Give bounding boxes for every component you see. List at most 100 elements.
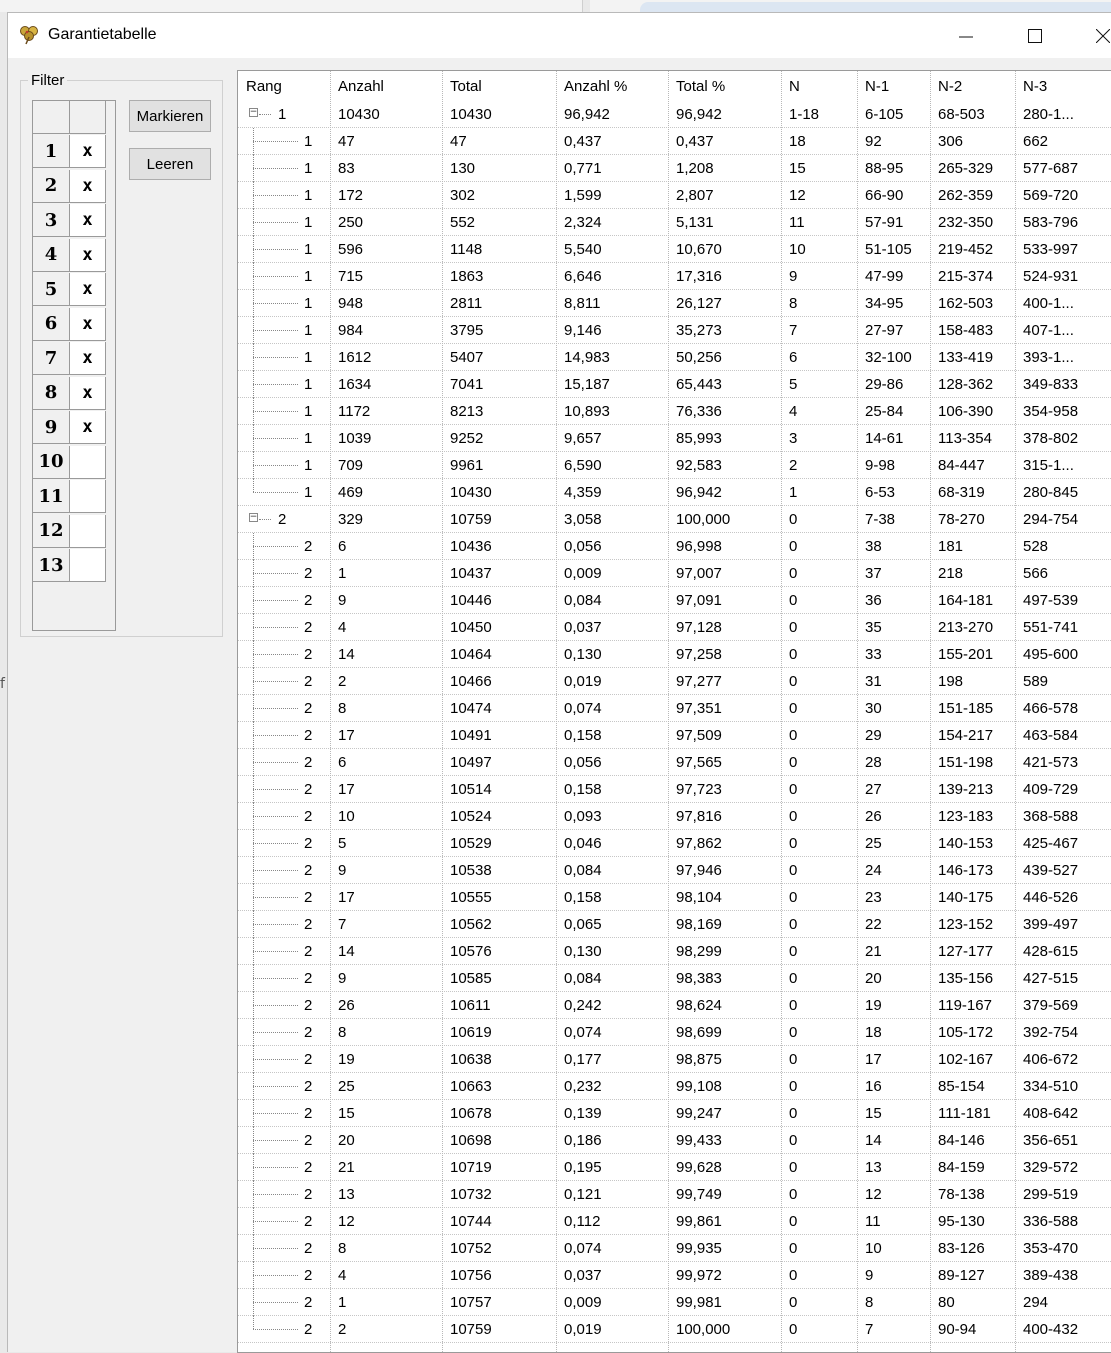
collapse-icon[interactable]: − — [249, 108, 258, 117]
table-row[interactable]: 2 20 10698 0,186 99,433 0 14 84-146 356-651 — [238, 1127, 1111, 1154]
filter-row-value[interactable] — [70, 549, 106, 582]
filter-row[interactable]: 10 — [33, 445, 115, 480]
cell-tpct: 99,247 — [676, 1104, 722, 1122]
cell-total: 10585 — [450, 969, 492, 987]
column-header-rang[interactable]: Rang — [238, 71, 330, 101]
minimize-button[interactable] — [943, 13, 989, 58]
filter-row[interactable]: 3x — [33, 204, 115, 238]
column-header-n[interactable]: N — [781, 71, 857, 101]
table-row[interactable]: 1 47 47 0,437 0,437 18 92 306 662 — [238, 128, 1111, 155]
table-row[interactable]: 2 15 10678 0,139 99,247 0 15 111-181 408-642 — [238, 1100, 1111, 1127]
leeren-button[interactable]: Leeren — [129, 148, 211, 180]
collapse-icon[interactable]: − — [249, 513, 258, 522]
cell-n: 4 — [789, 402, 798, 420]
table-row[interactable]: 2 21 10719 0,195 99,628 0 13 84-159 329-572 — [238, 1154, 1111, 1181]
close-icon — [1096, 28, 1110, 43]
filter-row[interactable]: 12 — [33, 514, 115, 549]
filter-row-value[interactable] — [70, 445, 106, 479]
table-row[interactable]: 2 7 10562 0,065 98,169 0 22 123-152 399-497 — [238, 911, 1111, 938]
column-header-n3[interactable]: N-3 — [1015, 71, 1111, 101]
column-header-apct[interactable]: Anzahl % — [556, 71, 668, 101]
table-row[interactable]: 2 1 10437 0,009 97,007 0 37 218 566 — [238, 560, 1111, 587]
table-row[interactable]: 2 8 10474 0,074 97,351 0 30 151-185 466-578 — [238, 695, 1111, 722]
filter-row-value[interactable]: x — [70, 411, 106, 444]
table-row[interactable]: 1 1612 5407 14,983 50,256 6 32-100 133-419 393-1… — [238, 344, 1111, 371]
table-row[interactable]: 1 172 302 1,599 2,807 12 66-90 262-359 569-720 — [238, 182, 1111, 209]
table-row[interactable]: 1 83 130 0,771 1,208 15 88-95 265-329 577-687 — [238, 155, 1111, 182]
table-row[interactable]: 2 17 10514 0,158 97,723 0 27 139-213 409-729 — [238, 776, 1111, 803]
filter-row[interactable]: 9x — [33, 411, 115, 445]
filter-row[interactable]: 8x — [33, 376, 115, 411]
tree-connector — [253, 1329, 298, 1330]
filter-row[interactable]: 4x — [33, 238, 115, 273]
column-header-tpct[interactable]: Total % — [668, 71, 781, 101]
filter-row[interactable]: 6x — [33, 307, 115, 342]
title-bar[interactable]: Garantietabelle — [8, 13, 1111, 58]
table-row[interactable]: 1 596 1148 5,540 10,670 10 51-105 219-452 533-99… — [238, 236, 1111, 263]
filter-row[interactable]: 5x — [33, 273, 115, 307]
table-row[interactable]: 1 984 3795 9,146 35,273 7 27-97 158-483 407-1... — [238, 317, 1111, 344]
table-row[interactable]: 2 5 10529 0,046 97,862 0 25 140-153 425-467 — [238, 830, 1111, 857]
table-row[interactable]: 2 14 10464 0,130 97,258 0 33 155-201 495-600 — [238, 641, 1111, 668]
table-row[interactable]: 2 17 10555 0,158 98,104 0 23 140-175 446-526 — [238, 884, 1111, 911]
table-group-row[interactable]: − 2 329 10759 3,058 100,000 0 7-38 78-270 294-754 — [238, 506, 1111, 533]
maximize-button[interactable] — [1012, 13, 1058, 58]
cell-n1: 57-91 — [865, 213, 904, 231]
table-row[interactable]: 1 715 1863 6,646 17,316 9 47-99 215-374 524-931 — [238, 263, 1111, 290]
table-row[interactable]: 1 250 552 2,324 5,131 11 57-91 232-350 583-796 — [238, 209, 1111, 236]
column-header-n1[interactable]: N-1 — [857, 71, 930, 101]
table-row[interactable]: 2 17 10491 0,158 97,509 0 29 154-217 463-584 — [238, 722, 1111, 749]
table-group-row[interactable]: − 1 10430 10430 96,942 96,942 1-18 6-105 68-503 2… — [238, 101, 1111, 128]
table-row[interactable]: 2 19 10638 0,177 98,875 0 17 102-167 406-672 — [238, 1046, 1111, 1073]
table-row[interactable]: 2 2 10466 0,019 97,277 0 31 198 589 — [238, 668, 1111, 695]
garantie-tree-table[interactable]: Rang Anzahl Total Anzahl % Total % N N-1 N-2 N-3… — [237, 70, 1111, 1353]
cell-total: 130 — [450, 159, 476, 177]
table-row[interactable]: 2 6 10497 0,056 97,565 0 28 151-198 421-573 — [238, 749, 1111, 776]
filter-row[interactable]: 1x — [33, 135, 115, 169]
cell-anzahl: 47 — [338, 132, 355, 150]
tree-connector — [253, 978, 298, 979]
table-row[interactable]: 1 948 2811 8,811 26,127 8 34-95 162-503 400-1... — [238, 290, 1111, 317]
table-row[interactable]: 2 13 10732 0,121 99,749 0 12 78-138 299-519 — [238, 1181, 1111, 1208]
cell-n2: 78-270 — [938, 510, 985, 528]
markieren-button[interactable]: Markieren — [129, 100, 211, 132]
filter-row-value[interactable]: x — [70, 169, 106, 203]
table-row[interactable]: 1 1039 9252 9,657 85,993 3 14-61 113-354 378-802 — [238, 425, 1111, 452]
table-row[interactable]: 2 9 10446 0,084 97,091 0 36 164-181 497-539 — [238, 587, 1111, 614]
filter-row-value[interactable]: x — [70, 307, 106, 341]
filter-row[interactable]: 2x — [33, 169, 115, 204]
filter-row-value[interactable]: x — [70, 376, 106, 410]
column-header-anzahl[interactable]: Anzahl — [330, 71, 442, 101]
table-row[interactable]: 1 469 10430 4,359 96,942 1 6-53 68-319 280-845 — [238, 479, 1111, 506]
table-row[interactable]: 2 9 10585 0,084 98,383 0 20 135-156 427-515 — [238, 965, 1111, 992]
table-row[interactable]: 2 8 10752 0,074 99,935 0 10 83-126 353-470 — [238, 1235, 1111, 1262]
table-row[interactable]: 2 25 10663 0,232 99,108 0 16 85-154 334-510 — [238, 1073, 1111, 1100]
filter-row-value[interactable]: x — [70, 204, 106, 237]
filter-row-value[interactable]: x — [70, 135, 106, 168]
table-row[interactable]: 2 26 10611 0,242 98,624 0 19 119-167 379-569 — [238, 992, 1111, 1019]
table-row[interactable]: 1 1172 8213 10,893 76,336 4 25-84 106-390 354-95… — [238, 398, 1111, 425]
filter-row-value[interactable] — [70, 480, 106, 513]
table-row[interactable]: 2 4 10756 0,037 99,972 0 9 89-127 389-438 — [238, 1262, 1111, 1289]
close-button[interactable] — [1080, 13, 1111, 58]
filter-row[interactable]: 11 — [33, 480, 115, 514]
table-row[interactable]: 2 6 10436 0,056 96,998 0 38 181 528 — [238, 533, 1111, 560]
filter-row-value[interactable]: x — [70, 238, 106, 272]
table-row[interactable]: 2 8 10619 0,074 98,699 0 18 105-172 392-754 — [238, 1019, 1111, 1046]
table-row[interactable]: 2 1 10757 0,009 99,981 0 8 80 294 — [238, 1289, 1111, 1316]
table-row[interactable]: 2 4 10450 0,037 97,128 0 35 213-270 551-741 — [238, 614, 1111, 641]
table-row[interactable]: 2 14 10576 0,130 98,299 0 21 127-177 428-615 — [238, 938, 1111, 965]
table-row[interactable]: 2 10 10524 0,093 97,816 0 26 123-183 368-588 — [238, 803, 1111, 830]
filter-row-value[interactable]: x — [70, 273, 106, 306]
table-row[interactable]: 2 9 10538 0,084 97,946 0 24 146-173 439-527 — [238, 857, 1111, 884]
filter-row-value[interactable] — [70, 514, 106, 548]
column-header-total[interactable]: Total — [442, 71, 556, 101]
filter-row[interactable]: 13 — [33, 549, 115, 583]
filter-row[interactable]: 7x — [33, 342, 115, 376]
table-row[interactable]: 1 709 9961 6,590 92,583 2 9-98 84-447 315-1... — [238, 452, 1111, 479]
filter-row-value[interactable]: x — [70, 342, 106, 375]
table-row[interactable]: 2 2 10759 0,019 100,000 0 7 90-94 400-432 — [238, 1316, 1111, 1343]
table-row[interactable]: 2 12 10744 0,112 99,861 0 11 95-130 336-588 — [238, 1208, 1111, 1235]
column-header-n2[interactable]: N-2 — [930, 71, 1015, 101]
table-row[interactable]: 1 1634 7041 15,187 65,443 5 29-86 128-362 349-83… — [238, 371, 1111, 398]
